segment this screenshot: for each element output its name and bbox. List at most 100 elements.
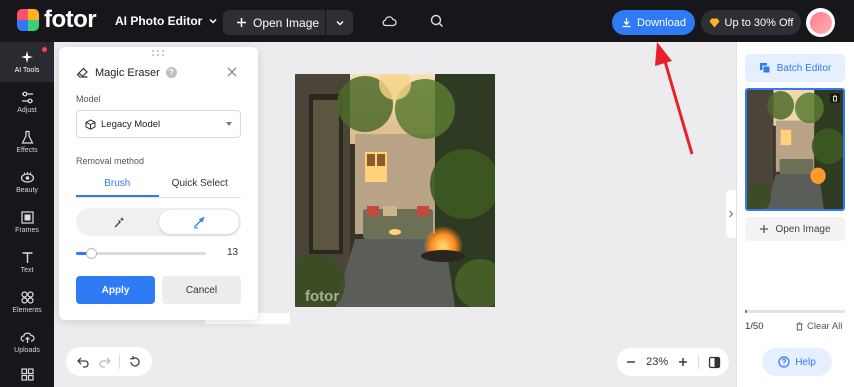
sidebar-item-ai-tools[interactable]: AI Tools	[0, 42, 54, 82]
expand-right-panel-tab[interactable]	[726, 190, 736, 238]
panel-title: Magic Eraser	[95, 66, 160, 79]
open-image-secondary-label: Open Image	[775, 223, 831, 235]
text-icon	[22, 252, 32, 263]
cancel-button[interactable]: Cancel	[162, 276, 241, 304]
brush-icon	[194, 216, 205, 228]
undo-icon[interactable]	[76, 355, 90, 369]
flask-icon	[21, 130, 33, 144]
app-title: AI Photo Editor	[115, 14, 203, 28]
zoom-level[interactable]: 23%	[646, 356, 668, 368]
trash-icon[interactable]	[830, 93, 840, 103]
photo-watermark: fotor	[305, 288, 340, 305]
sidebar-item-label: Frames	[15, 227, 39, 234]
image-thumbnail[interactable]	[745, 88, 845, 211]
zoom-controls: 23%	[617, 348, 729, 376]
apply-button[interactable]: Apply	[76, 276, 155, 304]
shapes-icon	[20, 291, 34, 304]
cloud-icon[interactable]	[381, 13, 397, 29]
plus-icon	[237, 18, 246, 27]
notification-dot	[42, 47, 47, 52]
open-image-button[interactable]: Open Image	[223, 10, 326, 35]
upload-icon	[20, 332, 35, 343]
help-icon[interactable]: ?	[165, 67, 177, 78]
sidebar-item-frames[interactable]: Frames	[0, 202, 54, 242]
zoom-in-icon[interactable]	[677, 356, 689, 368]
tab-quick-select[interactable]: Quick Select	[159, 173, 242, 197]
model-select[interactable]: Legacy Model	[76, 110, 241, 138]
help-label: Help	[795, 356, 816, 368]
grid-icon	[20, 368, 34, 381]
help-button[interactable]: Help	[762, 348, 832, 376]
avatar-image	[809, 11, 832, 34]
open-image-dropdown[interactable]	[326, 10, 353, 35]
open-image-group: Open Image	[223, 10, 353, 35]
chevron-down-icon	[335, 20, 344, 26]
download-button[interactable]: Download	[612, 10, 695, 35]
editing-photo[interactable]: fotor	[295, 74, 495, 307]
logo-text: fotor	[44, 6, 97, 33]
brush-plus-icon	[114, 217, 124, 227]
top-bar: fotor AI Photo Editor Open Image Downloa…	[0, 0, 854, 42]
diamond-icon	[709, 18, 720, 27]
compare-icon[interactable]	[708, 356, 721, 369]
caret-down-icon	[226, 122, 232, 126]
brush-size-slider[interactable]	[76, 247, 206, 259]
close-icon[interactable]	[226, 66, 238, 78]
panel-header: Magic Eraser ?	[76, 66, 177, 79]
upgrade-label: Up to 30% Off	[724, 16, 794, 29]
plus-icon	[760, 225, 769, 233]
thumbnail-photo	[747, 90, 843, 209]
search-icon[interactable]	[429, 13, 445, 29]
sidebar-item-more[interactable]	[0, 362, 54, 387]
sidebar-item-effects[interactable]: Effects	[0, 122, 54, 162]
magic-eraser-panel: Magic Eraser ? Model Legacy Model Remova…	[59, 47, 258, 320]
history-controls	[66, 347, 152, 376]
sidebar-item-label: Uploads	[14, 347, 40, 354]
divider	[697, 355, 699, 369]
help-circle-icon	[778, 356, 790, 368]
frame-icon	[20, 211, 34, 224]
clear-all-label: Clear All	[807, 321, 843, 332]
app-title-dropdown[interactable]: AI Photo Editor	[115, 14, 218, 28]
sidebar-item-label: Text	[20, 267, 34, 274]
zoom-out-icon[interactable]	[625, 356, 637, 368]
model-label: Model	[76, 94, 101, 104]
brush-mode-toggle	[76, 208, 241, 236]
fotor-logo[interactable]: fotor	[17, 6, 97, 33]
tab-brush[interactable]: Brush	[76, 173, 159, 197]
sidebar-item-label: Elements	[12, 307, 42, 314]
clear-all-button[interactable]: Clear All	[795, 321, 842, 332]
sidebar-item-label: Adjust	[17, 107, 37, 114]
batch-editor-button[interactable]: Batch Editor	[745, 54, 845, 82]
batch-editor-label: Batch Editor	[776, 62, 832, 74]
upload-capacity-bar	[745, 310, 845, 313]
sidebar-item-elements[interactable]: Elements	[0, 282, 54, 322]
erase-brush-option[interactable]	[158, 210, 239, 234]
avatar[interactable]	[806, 8, 835, 37]
sliders-icon	[21, 91, 33, 104]
cube-icon	[85, 118, 96, 130]
sidebar-item-label: Effects	[16, 147, 38, 154]
sidebar-item-adjust[interactable]: Adjust	[0, 82, 54, 122]
sidebar-item-label: Beauty	[16, 187, 38, 194]
sidebar-item-uploads[interactable]: Uploads	[0, 322, 54, 362]
redo-icon[interactable]	[98, 355, 112, 369]
eye-icon	[20, 172, 34, 183]
slider-thumb[interactable]	[86, 248, 97, 259]
sparkle-icon	[20, 51, 33, 63]
divider	[119, 354, 121, 369]
open-image-secondary-button[interactable]: Open Image	[745, 217, 845, 241]
reset-icon[interactable]	[128, 355, 142, 369]
upgrade-button[interactable]: Up to 30% Off	[701, 10, 801, 35]
right-panel: Batch Editor Open Image 1/50 Clear All H…	[736, 42, 854, 387]
restore-brush-option[interactable]	[78, 210, 159, 234]
chevron-down-icon	[209, 18, 217, 24]
panel-drag-handle[interactable]	[152, 50, 165, 56]
trash-icon	[796, 322, 803, 331]
sidebar-item-beauty[interactable]: Beauty	[0, 162, 54, 202]
removal-method-tabs: Brush Quick Select	[76, 173, 241, 198]
courtyard-photo	[295, 74, 495, 307]
eraser-icon	[76, 67, 88, 78]
sidebar-item-text[interactable]: Text	[0, 242, 54, 282]
image-count: 1/50	[745, 321, 764, 332]
